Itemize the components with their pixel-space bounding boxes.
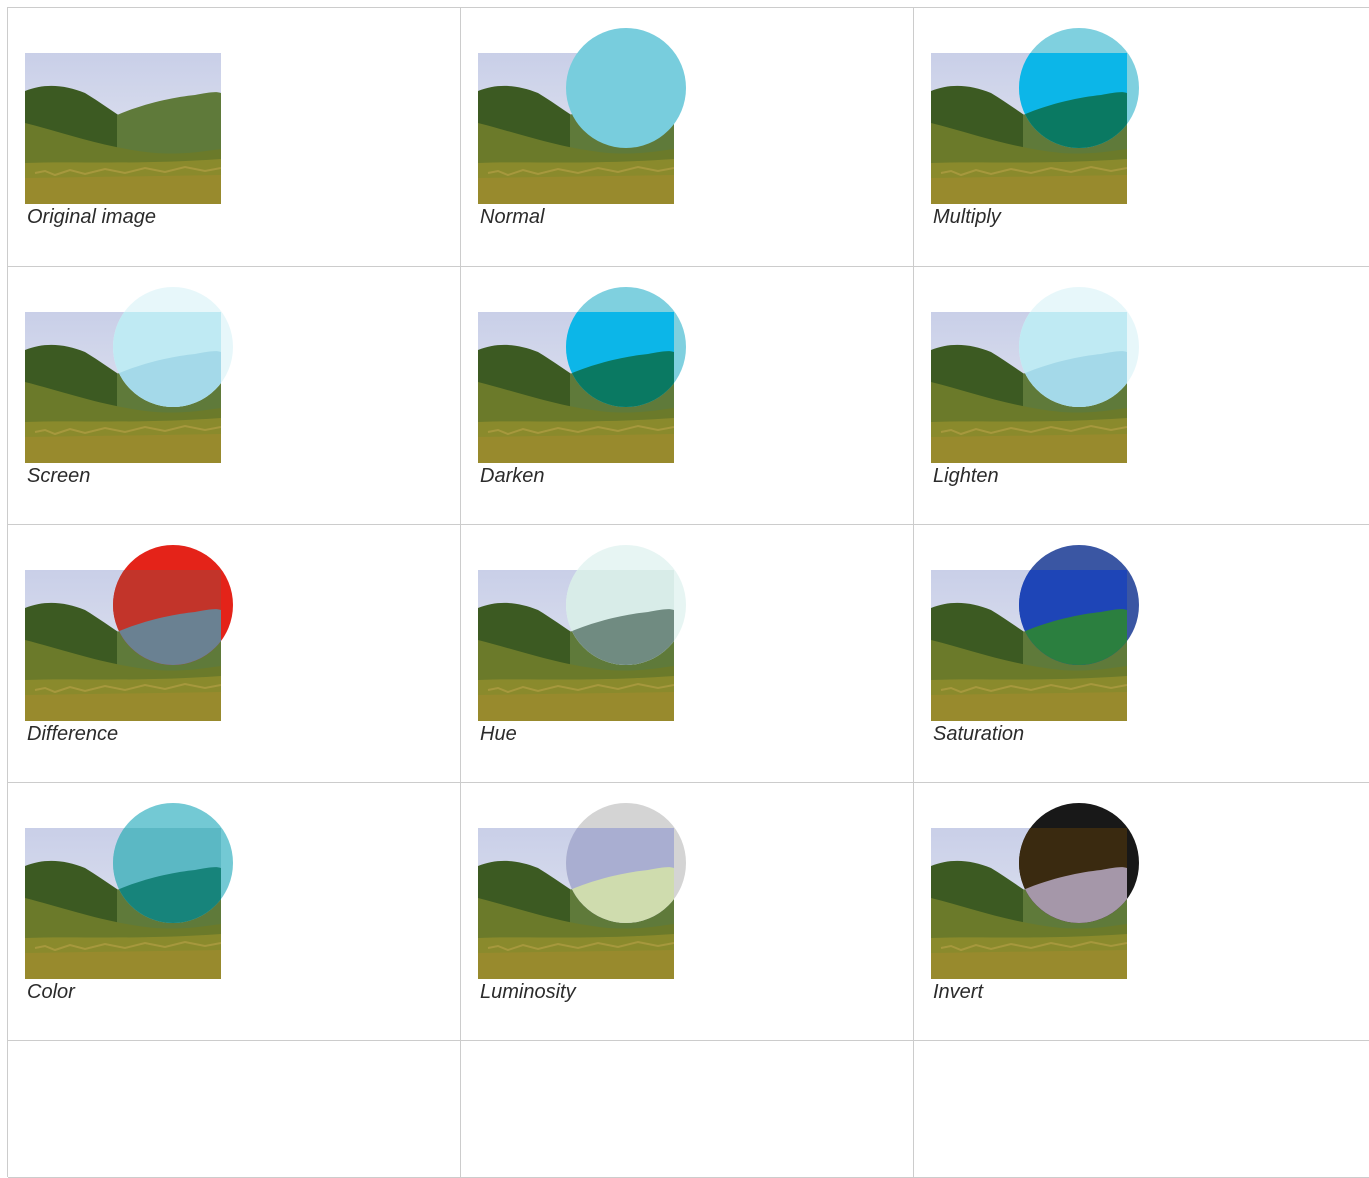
blend-mode-caption: Darken: [480, 465, 545, 487]
blend-mode-cell: Color: [8, 783, 461, 1041]
blend-example-image: [478, 28, 708, 208]
blend-mode-caption: Color: [27, 981, 75, 1003]
blend-example-image: [25, 287, 255, 467]
empty-table-cell: [8, 1041, 461, 1178]
blend-mode-cell: Lighten: [914, 267, 1369, 525]
blend-mode-caption: Difference: [27, 723, 119, 745]
overlay-circle: [566, 28, 686, 148]
blend-example-image: [25, 803, 255, 983]
blend-mode-caption: Hue: [480, 723, 517, 745]
blend-mode-cell: Darken: [461, 267, 914, 525]
blend-mode-cell: Saturation: [914, 525, 1369, 783]
blend-mode-caption: Luminosity: [480, 981, 576, 1003]
empty-table-cell: [461, 1041, 914, 1178]
blend-example-image: [25, 53, 255, 208]
blend-modes-table: Original image Normal Multiply Screen Da…: [7, 7, 1369, 1178]
blend-example-image: [478, 545, 708, 725]
blend-example-image: [478, 287, 708, 467]
blend-mode-cell: Difference: [8, 525, 461, 783]
blend-mode-caption: Lighten: [933, 465, 999, 487]
blend-mode-caption: Saturation: [933, 723, 1025, 745]
blend-mode-caption: Screen: [27, 465, 91, 487]
blend-example-image: [478, 803, 708, 983]
blend-example-image: [931, 545, 1161, 725]
blend-mode-cell: Original image: [8, 8, 461, 267]
blend-mode-caption: Normal: [480, 206, 545, 228]
blend-example-image: [25, 545, 255, 725]
blend-example-image: [931, 28, 1161, 208]
blend-mode-cell: Screen: [8, 267, 461, 525]
blend-mode-cell: Hue: [461, 525, 914, 783]
blend-mode-cell: Normal: [461, 8, 914, 267]
blend-mode-cell: Luminosity: [461, 783, 914, 1041]
blend-example-image: [931, 287, 1161, 467]
blend-mode-cell: Multiply: [914, 8, 1369, 267]
blend-mode-caption: Original image: [27, 206, 156, 228]
blend-mode-cell: Invert: [914, 783, 1369, 1041]
empty-table-cell: [914, 1041, 1369, 1178]
blend-example-image: [931, 803, 1161, 983]
blend-mode-caption: Invert: [933, 981, 984, 1003]
blend-mode-caption: Multiply: [933, 206, 1001, 228]
landscape-photo: [25, 53, 221, 204]
